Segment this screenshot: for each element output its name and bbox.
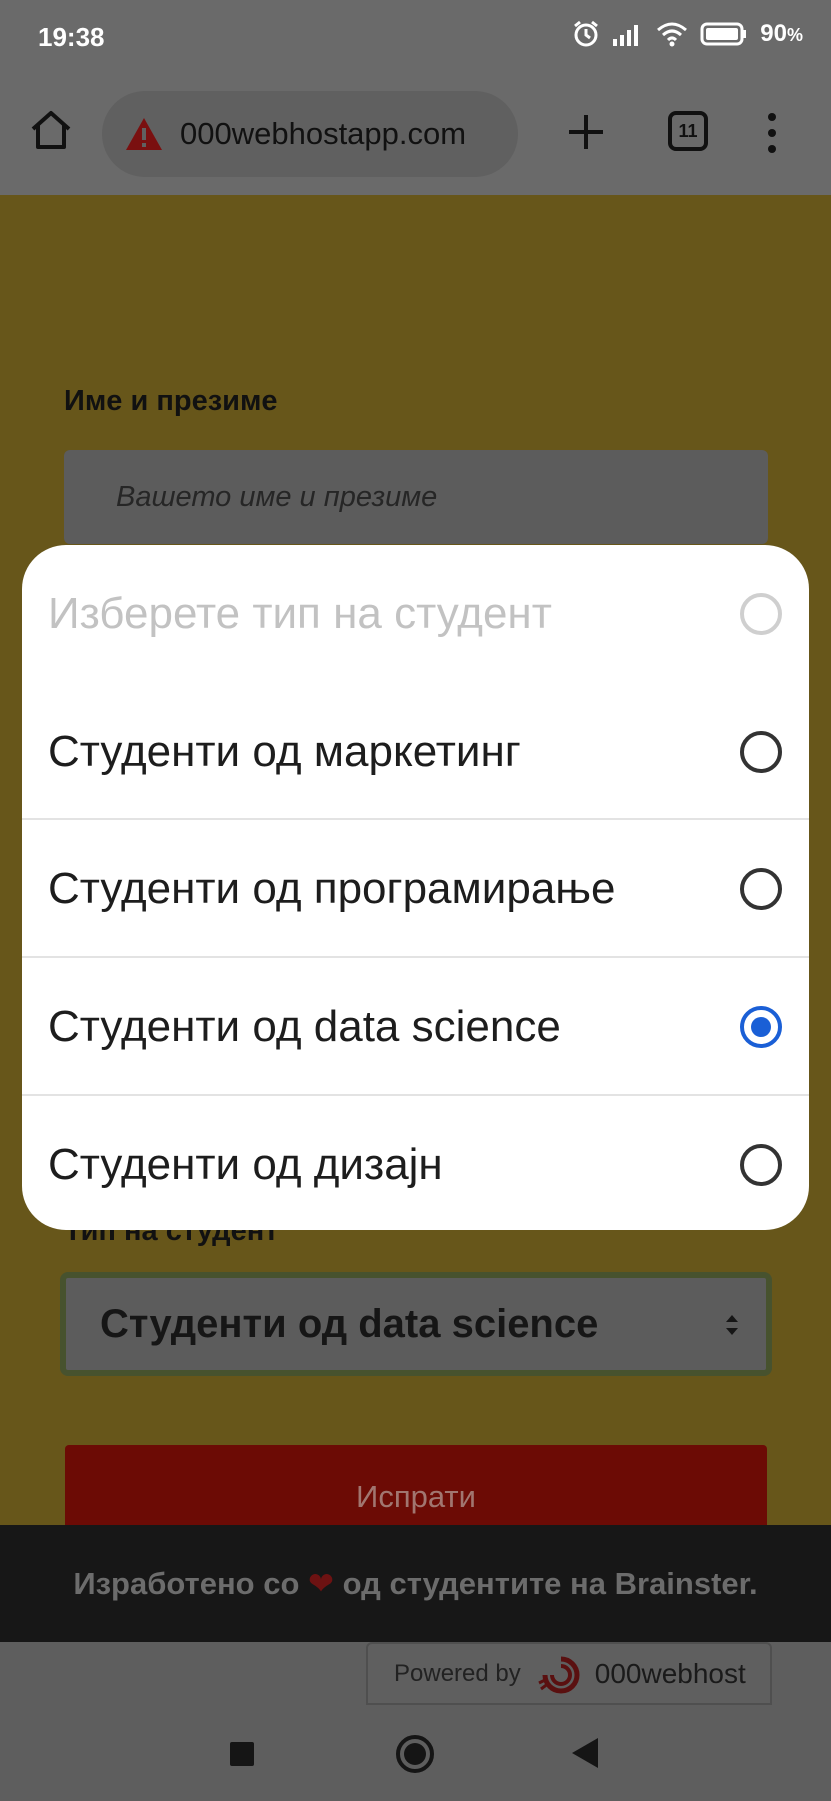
- battery-level: 90%: [760, 20, 803, 47]
- status-time: 19:38: [38, 22, 105, 52]
- home-icon[interactable]: [28, 107, 74, 153]
- name-placeholder: Вашето име и презиме: [116, 480, 438, 513]
- submit-label: Испрати: [356, 1479, 476, 1514]
- signal-icon: [613, 25, 639, 46]
- wifi-icon: [657, 22, 688, 47]
- radio-icon[interactable]: [740, 731, 782, 773]
- radio-checked-icon[interactable]: [740, 1006, 782, 1048]
- option-label: Изберете тип на студент: [48, 589, 552, 638]
- browser-toolbar: 000webhostapp.com 11: [0, 75, 831, 195]
- heart-icon: ❤: [308, 1565, 335, 1601]
- footer-text: Изработено со ❤ од студентите на Brainst…: [73, 1566, 757, 1602]
- footer: Изработено со ❤ од студентите на Brainst…: [0, 1525, 831, 1642]
- alarm-icon: [574, 20, 599, 47]
- select-arrows-icon: [726, 1315, 738, 1335]
- option-placeholder: Изберете тип на студент: [22, 545, 809, 683]
- more-vert-icon[interactable]: [762, 111, 782, 155]
- option-design[interactable]: Студенти од дизајн: [22, 1096, 809, 1230]
- footer-text-after: од студентите на Brainster.: [342, 1565, 758, 1601]
- radio-icon: [740, 593, 782, 635]
- status-icons: 90%: [572, 20, 803, 48]
- system-nav-bar: [0, 1705, 831, 1801]
- back-icon[interactable]: [570, 1736, 600, 1770]
- tabs-icon[interactable]: 11: [668, 111, 708, 151]
- name-input[interactable]: Вашето име и презиме: [64, 450, 768, 544]
- warning-icon[interactable]: [124, 116, 164, 152]
- webhost-logo-icon: [538, 1656, 580, 1693]
- student-type-select[interactable]: Студенти од data science: [60, 1272, 772, 1376]
- option-label: Студенти од data science: [48, 1002, 561, 1051]
- select-value: Студенти од data science: [100, 1301, 599, 1346]
- url-text: 000webhostapp.com: [180, 116, 467, 151]
- powered-by-badge[interactable]: Powered by 000webhost: [366, 1642, 772, 1705]
- student-type-dialog: Изберете тип на студент Студенти од марк…: [22, 545, 809, 1230]
- radio-icon[interactable]: [740, 1144, 782, 1186]
- radio-icon[interactable]: [740, 868, 782, 910]
- home-nav-icon[interactable]: [394, 1733, 436, 1775]
- footer-text-before: Изработено со: [73, 1565, 300, 1601]
- option-data-science[interactable]: Студенти од data science: [22, 958, 809, 1096]
- option-marketing[interactable]: Студенти од маркетинг: [22, 683, 809, 821]
- option-label: Студенти од програмирање: [48, 864, 616, 913]
- powered-label: Powered by: [394, 1659, 521, 1687]
- option-programming[interactable]: Студенти од програмирање: [22, 820, 809, 958]
- status-bar: 19:38 90%: [0, 0, 831, 75]
- powered-brand: 000webhost: [594, 1657, 746, 1689]
- option-label: Студенти од дизајн: [48, 1140, 443, 1189]
- recent-apps-icon[interactable]: [230, 1742, 254, 1766]
- plus-icon[interactable]: [565, 111, 607, 153]
- url-bar[interactable]: 000webhostapp.com: [102, 91, 518, 177]
- option-label: Студенти од маркетинг: [48, 727, 521, 776]
- battery-icon: [700, 22, 747, 46]
- powered-area: Powered by 000webhost: [0, 1642, 831, 1705]
- name-label: Име и презиме: [64, 385, 278, 417]
